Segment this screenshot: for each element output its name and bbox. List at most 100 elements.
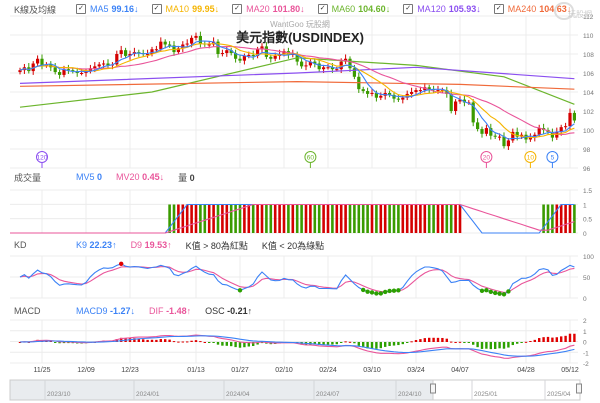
osc-bar [370,342,374,349]
kd-oversold-dot [479,288,485,294]
navigator-right-handle[interactable] [576,383,582,394]
legend-value: 104.60 [358,4,386,14]
kd-note-red: K值 > 80為紅點 [185,240,248,251]
osc-bar [203,341,206,343]
date-tick-label: 02/24 [319,367,337,374]
volume-bar [331,204,334,233]
checkbox-icon[interactable]: ✓ [76,4,86,14]
osc-bar [410,341,413,343]
osc-bar [454,341,457,343]
osc-bar [238,342,242,348]
candle-down [366,91,370,94]
candle-up [564,126,568,128]
kd-oversold-dot [237,288,243,293]
k9-indicator: K9 22.23↑ [76,240,117,250]
volume-bar [449,204,453,233]
osc-bar [551,337,554,342]
legend-item-ma20[interactable]: ✓ MA20 101.80 ↓ [232,4,305,14]
date-tick-label: 05/12 [561,367,579,374]
checkbox-icon[interactable]: ✓ [232,4,243,14]
osc-bar [375,342,378,349]
volume-bar [388,204,391,233]
volume-bar [269,204,273,233]
volume-bar [203,204,207,233]
macd-y-tick-label: 0 [583,340,587,347]
volume-bar [185,204,189,233]
checkbox-icon[interactable]: ✓ [403,4,414,14]
volume-bar [348,204,352,233]
osc-bar [168,339,171,342]
osc-bar [524,341,528,343]
legend-item-ma60[interactable]: ✓ MA60 104.60 ↓ [317,4,390,14]
osc-bar [221,342,224,346]
osc-indicator: OSC -0.21↑ [205,306,253,316]
osc-bar [150,339,154,342]
osc-bar [494,342,497,349]
volume-bar [273,204,277,233]
candle-up [225,50,229,54]
osc-bar [216,342,220,345]
volume-bar [251,204,255,233]
candle-up [93,66,97,69]
legend-item-ma10[interactable]: ✓ MA10 99.95 ↓ [151,4,219,14]
kd-label: KD [14,240,27,250]
candle-up [335,69,339,71]
candle-up [370,92,374,94]
dif-indicator: DIF -1.48↑ [149,306,192,316]
volume-bar [225,204,229,233]
legend-name: MA240 [507,4,537,14]
legend-item-ma120[interactable]: ✓ MA120 105.93 ↓ [403,4,481,14]
volume-bar [300,204,303,233]
osc-bar [401,342,404,345]
checkbox-icon[interactable]: ✓ [151,4,162,14]
candle-up [220,53,224,55]
volume-y-tick-label: 1.5 [583,188,592,195]
price-y-tick-label: 96 [583,166,591,173]
legend-item-ma5[interactable]: ✓ MA5 99.16 ↓ [76,4,139,14]
volume-bar [401,204,405,233]
navigator-label: 2024/01 [136,391,160,398]
kd-header: KD K9 22.23↑ D9 19.53↑ K值 > 80為紅點 K值 < 2… [14,239,338,251]
candle-up [273,55,277,59]
osc-bar [485,342,488,349]
osc-bar [388,342,391,346]
osc-bar [432,337,435,342]
volume-bar [260,204,264,233]
osc-bar [146,339,149,342]
kd-oversold-dot [369,290,375,295]
candle-up [304,65,308,67]
legend-value: 99.16 [111,4,135,14]
price-y-tick-label: 104 [583,90,594,97]
volume-bar [458,204,462,233]
ma-marker-label: 5 [551,155,555,162]
osc-bar [568,333,572,342]
osc-bar [340,342,343,343]
kd-overbought-dot [119,261,124,266]
volume-bar [427,204,431,233]
legend-arrow: ↓ [300,4,305,14]
volume-bar [278,204,281,233]
volume-bar [423,204,427,233]
price-y-tick-label: 102 [583,109,594,116]
checkbox-icon[interactable]: ✓ [493,4,504,14]
osc-bar [445,338,448,342]
volume-bar [392,204,396,233]
osc-bar [458,341,462,343]
candle-down [269,56,273,59]
checkbox-icon[interactable]: ✓ [317,4,328,14]
chart-canvas[interactable]: 11211010810610410210098961.510.501005002… [0,0,600,403]
volume-bar [445,204,449,233]
kd-oversold-dot [383,289,388,295]
osc-bar [348,341,352,343]
candle-down [396,98,400,100]
candle-down [40,58,44,66]
volume-bar [353,204,356,233]
navigator-left-handle[interactable] [430,383,436,394]
volume-bar [564,204,567,233]
volume-bar [194,204,198,233]
volume-bar [282,204,286,233]
candle-down [264,46,268,57]
volume-label: 成交量 [14,172,42,183]
osc-bar [450,341,453,343]
candle-down [480,129,484,134]
